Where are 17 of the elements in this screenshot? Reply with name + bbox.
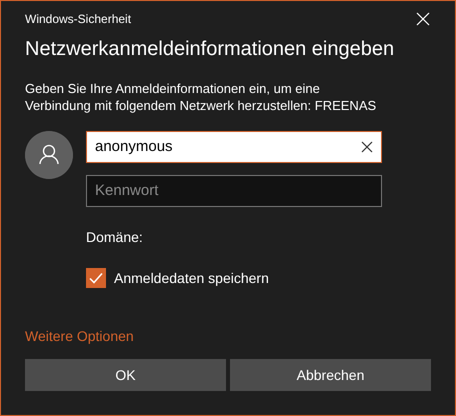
close-icon[interactable]	[415, 10, 431, 26]
more-options-link[interactable]: Weitere Optionen	[25, 328, 134, 344]
dialog-heading: Netzwerkanmeldeinformationen eingeben	[25, 37, 396, 61]
password-input[interactable]: Kennwort	[95, 180, 373, 202]
window-title: Windows-Sicherheit	[25, 11, 132, 28]
remember-label: Anmeldedaten speichern	[114, 268, 269, 288]
username-input[interactable]: anonymous	[95, 136, 361, 158]
checkmark-icon	[88, 270, 104, 286]
dialog-button[interactable]: OK	[25, 359, 226, 391]
dialog-button[interactable]: Abbrechen	[230, 359, 431, 391]
domain-label: Domäne:	[86, 228, 144, 247]
password-field[interactable]: Kennwort	[86, 174, 382, 207]
username-field[interactable]: anonymous	[86, 130, 382, 163]
clear-icon[interactable]	[361, 140, 373, 153]
user-avatar-icon	[25, 130, 73, 179]
remember-checkbox[interactable]	[86, 268, 106, 288]
dialog-message: Geben Sie Ihre Anmeldeinformationen ein, um eine Verbindung mit folgendem Netzwerk herzustellen: FREENAS	[25, 81, 378, 115]
